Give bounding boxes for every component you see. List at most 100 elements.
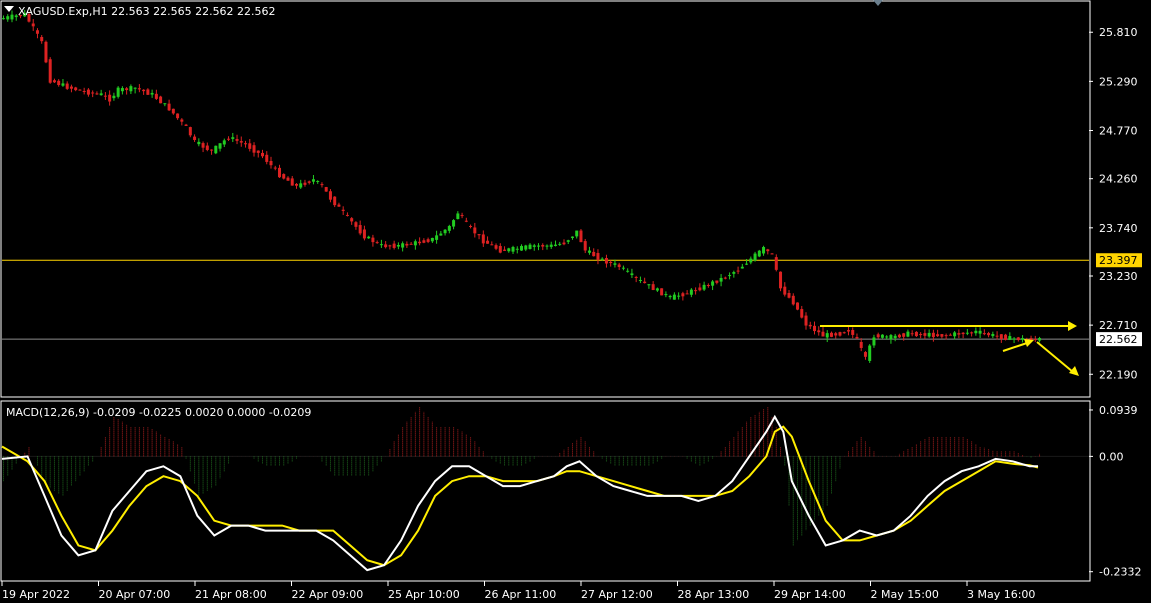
bull-candle — [889, 335, 893, 340]
bear-candle — [69, 86, 73, 89]
time-tick-label: 21 Apr 08:00 — [195, 588, 267, 601]
time-tick-label: 22 Apr 09:00 — [292, 588, 364, 601]
bear-candle — [592, 251, 596, 257]
bear-candle — [48, 59, 52, 83]
bear-candle — [350, 218, 354, 222]
macd-tick-label: 0.00 — [1099, 450, 1124, 463]
bull-candle — [570, 236, 574, 238]
bear-candle — [821, 331, 825, 337]
macd-signal-line — [1, 425, 1039, 567]
chart-shift-marker[interactable] — [873, 0, 883, 6]
bear-candle — [154, 93, 158, 99]
bear-candle — [609, 262, 613, 264]
bear-candle — [490, 244, 494, 246]
time-axis: 19 Apr 2022 20 Apr 07:00 21 Apr 08:00 22 Ap… — [1, 581, 1035, 601]
macd-pane[interactable] — [1, 406, 1089, 572]
bull-candle — [626, 270, 630, 272]
bull-candle — [600, 258, 604, 260]
bear-candle — [583, 241, 587, 251]
bull-candle — [613, 263, 617, 265]
bear-candle — [783, 286, 787, 295]
bull-candle — [702, 284, 706, 290]
bear-candle — [205, 145, 209, 150]
bull-candle — [163, 103, 167, 105]
bear-candle — [919, 334, 923, 336]
bear-candle — [808, 324, 812, 327]
time-tick-label: 28 Apr 13:00 — [678, 588, 750, 601]
price-tick-label: 22.190 — [1099, 368, 1138, 381]
bull-candle — [872, 337, 876, 346]
bear-candle — [210, 149, 214, 151]
bear-candle — [464, 220, 468, 222]
bear-candle — [923, 333, 927, 336]
bear-candle — [910, 333, 914, 335]
bear-candle — [596, 253, 600, 260]
bear-candle — [358, 225, 362, 234]
bear-candle — [936, 334, 940, 337]
bull-candle — [978, 330, 982, 334]
bear-candle — [494, 245, 498, 249]
macd-main-line — [1, 414, 1038, 572]
bull-candle — [367, 236, 371, 239]
bear-candle — [388, 245, 392, 247]
bear-candle — [282, 174, 286, 179]
bear-candle — [481, 234, 485, 244]
bull-candle — [549, 244, 553, 247]
bear-candle — [604, 258, 608, 264]
bear-candle — [426, 239, 430, 242]
bear-candle — [256, 150, 260, 153]
bear-candle — [375, 242, 379, 244]
bull-candle — [553, 244, 557, 246]
bull-candle — [439, 233, 443, 236]
bull-candle — [728, 275, 732, 277]
macd-pane-frame — [0, 400, 1091, 582]
bear-candle — [804, 315, 808, 326]
bear-candle — [341, 209, 345, 211]
bear-candle — [108, 94, 112, 102]
bull-candle — [689, 289, 693, 295]
bear-candle — [681, 293, 685, 297]
time-tick-label: 3 May 16:00 — [967, 588, 1035, 601]
bull-candle — [885, 336, 889, 338]
bear-candle — [57, 80, 61, 86]
trading-chart[interactable]: XAGUSD.Exp,H1 22.563 22.565 22.562 22.56… — [0, 0, 1151, 603]
bull-candle — [880, 334, 884, 338]
bull-candle — [150, 92, 154, 95]
bear-candle — [273, 167, 277, 169]
bear-candle — [239, 141, 243, 143]
bear-candle — [418, 241, 422, 244]
price-tick-label: 22.710 — [1099, 319, 1138, 332]
time-tick-label: 19 Apr 2022 — [2, 588, 70, 601]
bear-candle — [770, 253, 774, 255]
bear-candle — [982, 333, 986, 335]
bear-candle — [405, 243, 409, 246]
bull-candle — [558, 243, 562, 245]
bull-candle — [647, 284, 651, 286]
price-pane-frame — [0, 0, 1091, 398]
bull-candle — [528, 244, 532, 250]
bear-candle — [617, 264, 621, 267]
bull-candle — [443, 229, 447, 234]
bear-candle — [863, 352, 867, 357]
bear-candle — [86, 89, 90, 95]
bear-candle — [1033, 339, 1037, 341]
bear-candle — [261, 152, 265, 157]
bull-candle — [120, 88, 124, 92]
bear-candle — [970, 332, 974, 334]
bear-candle — [817, 330, 821, 333]
up-arrow-line — [1002, 342, 1028, 352]
bear-candle — [252, 145, 256, 153]
bull-candle — [524, 245, 528, 250]
bull-candle — [116, 87, 120, 97]
bear-candle — [931, 332, 935, 338]
chart-title: XAGUSD.Exp,H1 22.563 22.565 22.562 22.56… — [18, 5, 276, 18]
bear-candle — [354, 222, 358, 227]
price-pane[interactable] — [2, 9, 1089, 363]
bear-candle — [180, 119, 184, 122]
bear-candle — [188, 127, 192, 136]
bull-candle — [231, 137, 235, 139]
bull-candle — [630, 273, 634, 276]
bear-candle — [685, 293, 689, 295]
down-arrow-line — [1036, 341, 1074, 373]
bear-candle — [779, 271, 783, 289]
